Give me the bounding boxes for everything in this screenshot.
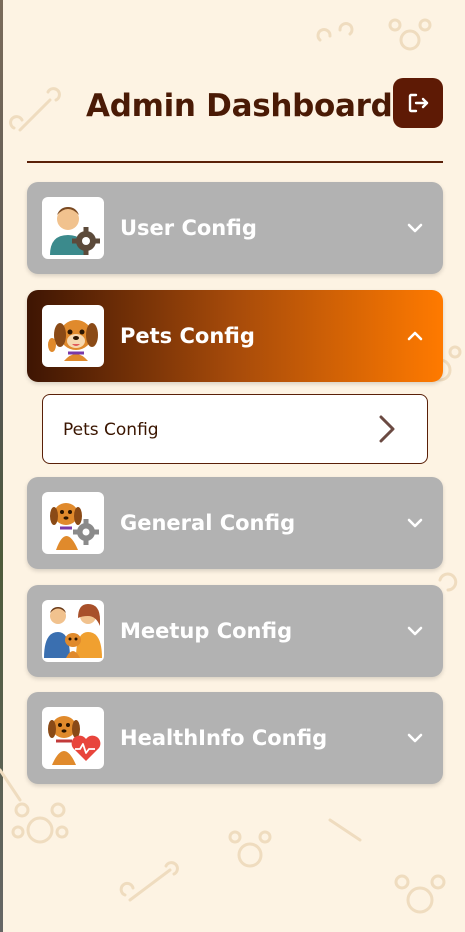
background-pattern [0, 18, 462, 914]
menu-item-label: General Config [120, 511, 296, 535]
header: Admin Dashboard [27, 78, 443, 136]
menu-item-label: User Config [120, 216, 257, 240]
logout-button[interactable] [393, 78, 443, 128]
menu-item-pets-config[interactable]: Pets Config [27, 290, 443, 382]
chevron-down-icon [407, 223, 423, 233]
submenu-item-pets-config[interactable]: Pets Config [42, 394, 428, 464]
dog-heart-icon [42, 707, 104, 769]
dog-gear-icon [42, 492, 104, 554]
menu-item-healthinfo-config[interactable]: HealthInfo Config [27, 692, 443, 784]
chevron-down-icon [407, 626, 423, 636]
chevron-down-icon [407, 733, 423, 743]
menu-item-label: Meetup Config [120, 619, 293, 643]
page-title: Admin Dashboard [86, 88, 393, 124]
header-divider [27, 161, 443, 163]
chevron-right-icon [379, 415, 395, 443]
user-gear-icon [42, 197, 104, 259]
people-with-dog-icon [42, 600, 104, 662]
menu-item-general-config[interactable]: General Config [27, 477, 443, 569]
menu-item-label: HealthInfo Config [120, 726, 328, 750]
chevron-down-icon [407, 518, 423, 528]
chevron-up-icon [407, 331, 423, 341]
menu-item-meetup-config[interactable]: Meetup Config [27, 585, 443, 677]
window-edge [0, 0, 3, 932]
logout-icon [408, 93, 429, 113]
menu-item-label: Pets Config [120, 324, 255, 348]
menu-item-user-config[interactable]: User Config [27, 182, 443, 274]
submenu-item-label: Pets Config [63, 420, 159, 440]
waving-dog-icon [42, 305, 104, 367]
